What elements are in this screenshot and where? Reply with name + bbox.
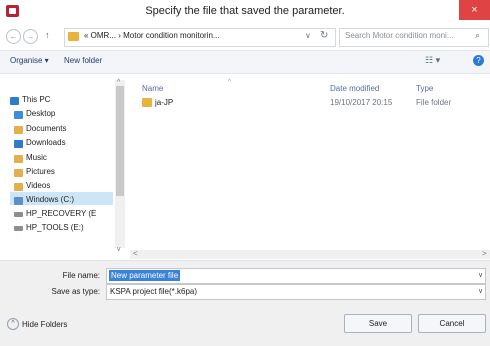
scroll-right-icon[interactable]: > (482, 249, 487, 258)
videos-icon (14, 183, 23, 191)
sidebar-item-documents[interactable]: Documents (26, 124, 66, 133)
file-name-label: File name: (62, 271, 100, 280)
search-input[interactable]: Search Motor condition moni... (345, 31, 454, 40)
scroll-left-icon[interactable]: < (133, 249, 138, 258)
column-header-date[interactable]: Date modified (330, 84, 379, 93)
folder-icon (68, 32, 79, 41)
sidebar-item-this-pc[interactable]: This PC (22, 95, 50, 104)
sidebar-item-pictures[interactable]: Pictures (26, 167, 55, 176)
file-date-cell: 19/10/2017 20:15 (330, 98, 393, 107)
address-dropdown-icon[interactable]: ∨ (305, 31, 311, 40)
windows-drive-icon (14, 197, 23, 205)
organise-button[interactable]: Organise ▾ (10, 56, 49, 65)
sort-arrow-icon: ^ (228, 79, 231, 85)
forward-button[interactable]: → (23, 29, 38, 44)
pictures-icon (14, 169, 23, 177)
close-button[interactable]: × (459, 0, 490, 20)
save-button[interactable]: Save (344, 314, 412, 333)
view-options-icon[interactable]: ☷ ▾ (425, 55, 440, 66)
hp-recovery-drive-icon (14, 212, 23, 217)
sidebar-item-music[interactable]: Music (26, 153, 47, 162)
search-icon[interactable]: ⌕ (475, 30, 480, 41)
music-icon (14, 155, 23, 163)
folder-icon (142, 98, 152, 107)
save-type-value[interactable]: KSPA project file(*.k6pa) (110, 287, 197, 296)
downloads-icon (14, 140, 23, 148)
sidebar-item-hp-recovery[interactable]: HP_RECOVERY (E (26, 209, 96, 218)
hp-tools-drive-icon (14, 226, 23, 231)
file-name-input[interactable]: New parameter file (109, 270, 181, 281)
hide-folders-icon[interactable]: ^ (7, 318, 19, 330)
this-pc-icon (10, 97, 19, 105)
nav-scroll-down-icon[interactable]: v (117, 246, 121, 253)
address-path[interactable]: « OMR... › Motor condition monitorin... (84, 31, 220, 40)
file-name-cell[interactable]: ja-JP (155, 98, 173, 107)
sidebar-item-videos[interactable]: Videos (26, 181, 50, 190)
documents-icon (14, 126, 23, 134)
save-type-dropdown-icon[interactable]: ∨ (478, 287, 483, 295)
file-type-cell: File folder (416, 98, 452, 107)
refresh-icon[interactable]: ↻ (320, 30, 328, 41)
back-button[interactable]: ← (6, 29, 21, 44)
cancel-button[interactable]: Cancel (418, 314, 486, 333)
horizontal-scrollbar[interactable] (130, 250, 490, 259)
new-folder-button[interactable]: New folder (64, 56, 102, 65)
nav-scroll-up-icon[interactable]: ^ (117, 79, 120, 86)
column-header-type[interactable]: Type (416, 84, 433, 93)
sidebar-item-downloads[interactable]: Downloads (26, 138, 66, 147)
nav-scroll-thumb[interactable] (116, 86, 124, 196)
column-header-name[interactable]: Name (142, 84, 163, 93)
file-name-dropdown-icon[interactable]: ∨ (478, 271, 483, 279)
sidebar-item-desktop[interactable]: Desktop (26, 109, 55, 118)
desktop-icon (14, 111, 23, 119)
up-button[interactable]: ↑ (45, 30, 50, 40)
sidebar-item-hp-tools[interactable]: HP_TOOLS (E:) (26, 223, 84, 232)
hide-folders-button[interactable]: Hide Folders (22, 320, 67, 329)
save-type-label: Save as type: (51, 287, 100, 296)
help-icon[interactable]: ? (473, 55, 484, 66)
sidebar-item-windows-c[interactable]: Windows (C:) (26, 195, 74, 204)
window-title: Specify the file that saved the paramete… (145, 5, 345, 17)
